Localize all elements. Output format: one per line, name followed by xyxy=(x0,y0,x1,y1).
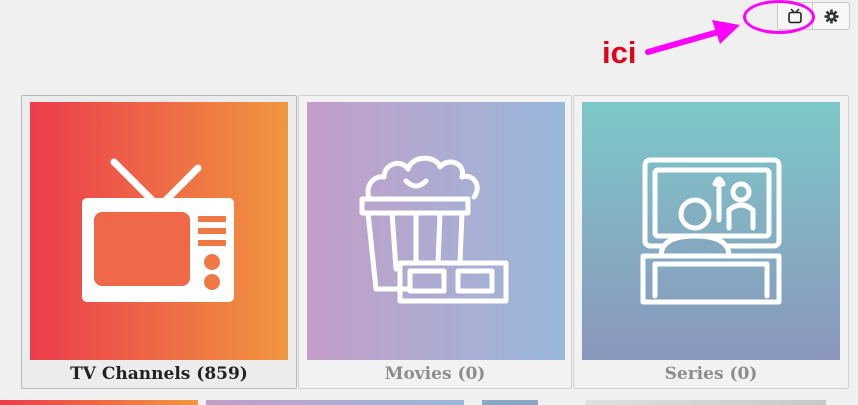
tv-icon xyxy=(788,8,802,24)
card-label: TV Channels (859) xyxy=(70,364,248,384)
card-label: Series (0) xyxy=(664,364,758,384)
next-row-tile xyxy=(482,400,538,405)
card-label: Movies (0) xyxy=(384,364,486,384)
gear-icon xyxy=(823,8,839,24)
next-row-tile xyxy=(0,400,198,405)
tv-channels-tile[interactable] xyxy=(30,102,288,360)
series-card[interactable]: Series (0) xyxy=(573,95,849,389)
tv-channels-card[interactable]: TV Channels (859) xyxy=(21,95,297,389)
tv-mode-button[interactable] xyxy=(777,2,813,30)
next-row-tile xyxy=(586,400,826,405)
settings-button[interactable] xyxy=(812,2,850,30)
annotation-arrow xyxy=(645,20,740,55)
tv-icon xyxy=(82,158,234,302)
annotation-label: ici xyxy=(602,35,637,70)
popcorn-3d-glasses-icon xyxy=(359,155,509,304)
next-row-tile xyxy=(206,400,464,405)
series-tile[interactable] xyxy=(582,102,840,360)
movies-tile[interactable] xyxy=(307,102,565,360)
viewer-watching-screen-icon xyxy=(640,157,782,305)
movies-card[interactable]: Movies (0) xyxy=(298,95,572,389)
